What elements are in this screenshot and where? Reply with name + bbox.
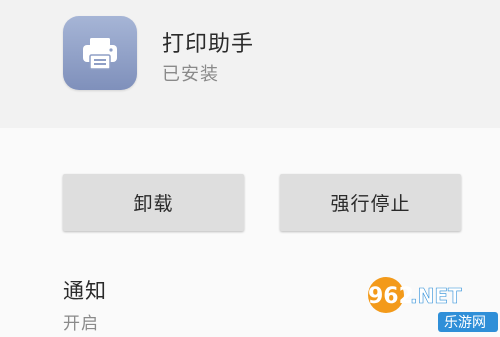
install-status: 已安装 xyxy=(162,64,219,85)
force-stop-button[interactable]: 强行停止 xyxy=(280,174,461,231)
svg-text:.NET: .NET xyxy=(410,284,462,308)
svg-text:乐游网: 乐游网 xyxy=(444,315,486,331)
notification-value: 开启 xyxy=(63,314,99,334)
notification-title[interactable]: 通知 xyxy=(63,275,107,305)
site-watermark: 962 .NET 乐游网 xyxy=(358,276,500,333)
app-info-header: 打印助手 已安装 xyxy=(0,0,500,128)
printer-icon xyxy=(63,16,137,90)
app-name: 打印助手 xyxy=(162,32,255,57)
uninstall-button[interactable]: 卸载 xyxy=(63,174,244,231)
svg-text:962: 962 xyxy=(368,284,414,309)
